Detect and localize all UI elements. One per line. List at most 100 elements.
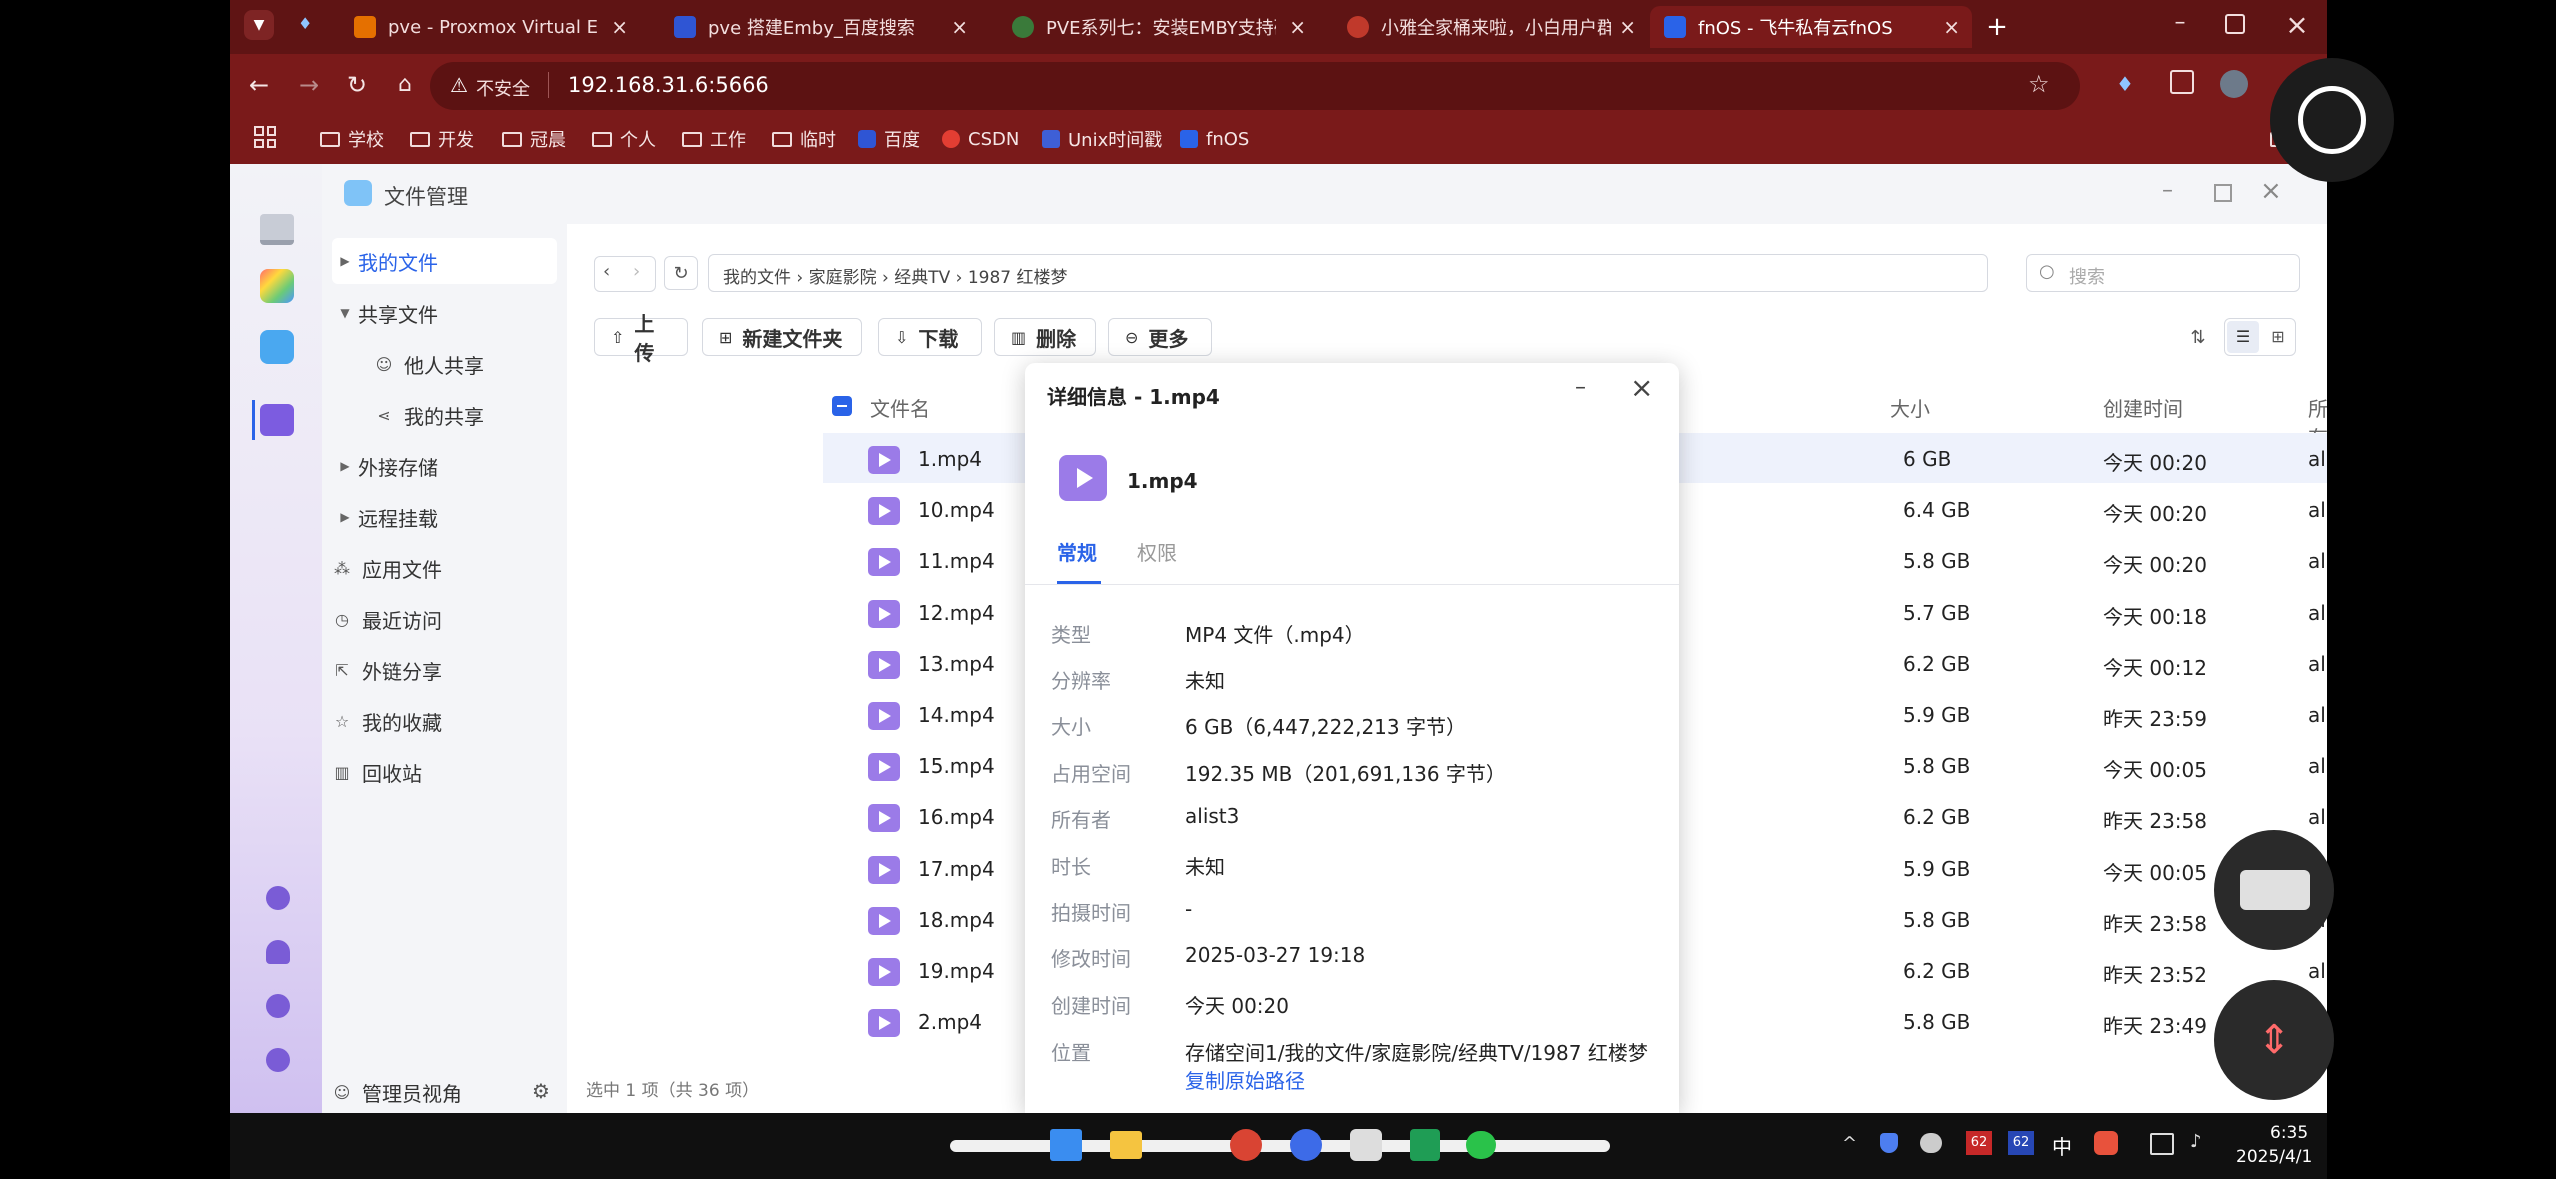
clock-time[interactable]: 6:35 xyxy=(2270,1123,2308,1143)
breadcrumb-item[interactable]: 我的文件 xyxy=(723,268,791,288)
badge-blue[interactable]: 62 xyxy=(2008,1131,2034,1155)
bookmark-star-icon[interactable]: ☆ xyxy=(2028,70,2050,98)
tab-pve-emby[interactable]: PVE系列七：安装EMBY支持硬件转码 × xyxy=(998,6,1318,48)
keyboard-button[interactable] xyxy=(2214,830,2334,950)
sidebar-item-others-shared[interactable]: ☺ 他人共享 xyxy=(332,341,557,387)
puzzle-icon[interactable] xyxy=(2170,70,2194,94)
download-button[interactable]: ⇩ 下载 xyxy=(878,318,982,356)
sidebar-item-external-storage[interactable]: ▶ 外接存储 xyxy=(332,443,557,489)
address-bar[interactable]: ⚠ 不安全 192.168.31.6:5666 ☆ xyxy=(430,62,2080,110)
breadcrumb-item[interactable]: 家庭影院 xyxy=(809,268,877,288)
grid-view-icon[interactable]: ⊞ xyxy=(2263,321,2293,353)
tab-fnos[interactable]: fnOS - 飞牛私有云fnOS × xyxy=(1650,6,1972,48)
new-tab-button[interactable]: + xyxy=(1980,10,2014,44)
file-name[interactable]: 16.mp4 xyxy=(918,805,995,829)
sidebar-item-my-shared[interactable]: ⋖ 我的共享 xyxy=(332,392,557,438)
list-view-icon[interactable]: ☰ xyxy=(2227,321,2259,353)
home-button[interactable]: ⌂ xyxy=(390,70,420,100)
tab-proxmox[interactable]: pve - Proxmox Virtual Environment × xyxy=(340,6,640,48)
bookmark-baidu[interactable]: 百度 xyxy=(858,124,920,154)
user-icon[interactable] xyxy=(266,994,290,1018)
file-name[interactable]: 11.mp4 xyxy=(918,549,995,573)
tab-baidu[interactable]: pve 搭建Emby_百度搜索 × xyxy=(660,6,980,48)
clock-date[interactable]: 2025/4/1 xyxy=(2236,1147,2312,1167)
windows-start-icon[interactable] xyxy=(1050,1129,1082,1161)
bell-icon[interactable] xyxy=(266,940,290,964)
volume-icon[interactable]: ♪ xyxy=(2190,1131,2202,1152)
sync-icon[interactable] xyxy=(266,886,290,910)
sidebar-item-recycle-bin[interactable]: ▥ 回收站 xyxy=(332,749,557,795)
ime-indicator[interactable]: 中 xyxy=(2052,1131,2072,1160)
sidebar-item-recent[interactable]: ◷ 最近访问 xyxy=(332,596,557,642)
column-created[interactable]: 创建时间 xyxy=(2103,393,2183,422)
vpn-icon[interactable] xyxy=(1880,1133,1898,1153)
url-text[interactable]: 192.168.31.6:5666 xyxy=(568,73,769,97)
bookmark-fnos[interactable]: fnOS xyxy=(1180,124,1249,154)
badge-red[interactable]: 62 xyxy=(1966,1131,1992,1155)
network-icon[interactable] xyxy=(2150,1133,2174,1155)
screen-record-button[interactable] xyxy=(2270,58,2394,182)
security-label[interactable]: 不安全 xyxy=(476,75,530,101)
app-minimize-button[interactable]: – xyxy=(2162,178,2173,203)
reload-button[interactable]: ↻ xyxy=(342,70,372,100)
breadcrumb-item[interactable]: 经典TV xyxy=(894,268,950,288)
warning-icon[interactable]: ⚠ xyxy=(450,73,468,97)
copy-path-link[interactable]: 复制原始路径 xyxy=(1185,1065,1305,1094)
settings-icon[interactable] xyxy=(266,1048,290,1072)
file-name[interactable]: 13.mp4 xyxy=(918,652,995,676)
tab-list-button[interactable]: ▼ xyxy=(244,10,274,40)
bookmark-folder[interactable]: 临时 xyxy=(772,124,836,154)
extension-icon[interactable]: ♦ xyxy=(2116,72,2134,96)
select-all-checkbox[interactable] xyxy=(832,396,852,416)
extension-icon[interactable]: ♦ xyxy=(298,14,318,34)
restore-button[interactable] xyxy=(2225,14,2245,34)
sidebar-item-shared-files[interactable]: ▼ 共享文件 xyxy=(332,290,557,336)
file-name[interactable]: 18.mp4 xyxy=(918,908,995,932)
admin-view-toggle[interactable]: ☺ 管理员视角 xyxy=(332,1069,557,1113)
file-name[interactable]: 10.mp4 xyxy=(918,498,995,522)
bookmark-folder[interactable]: 学校 xyxy=(320,124,384,154)
app-tray-icon[interactable] xyxy=(2094,1131,2118,1155)
column-size[interactable]: 大小 xyxy=(1890,393,1930,422)
more-button[interactable]: ⊖ 更多 xyxy=(1108,318,1212,356)
file-name[interactable]: 15.mp4 xyxy=(918,754,995,778)
bookmark-folder[interactable]: 冠晨 xyxy=(502,124,566,154)
chrome-icon[interactable] xyxy=(1230,1129,1262,1161)
tab-xiaoya[interactable]: 小雅全家桶来啦，小白用户群晖 × xyxy=(1333,6,1648,48)
expand-button[interactable]: ⇕ xyxy=(2214,980,2334,1100)
sidebar-item-app-files[interactable]: ⁂ 应用文件 xyxy=(332,545,557,591)
forward-button[interactable]: → xyxy=(294,70,324,100)
bookmark-folder[interactable]: 开发 xyxy=(410,124,474,154)
close-icon[interactable]: × xyxy=(1619,15,1636,39)
close-icon[interactable]: × xyxy=(951,15,968,39)
gear-icon[interactable]: ⚙ xyxy=(532,1079,550,1103)
apps-grid-icon[interactable] xyxy=(254,126,276,148)
bookmark-folder[interactable]: 工作 xyxy=(682,124,746,154)
refresh-icon[interactable]: ↻ xyxy=(664,256,698,290)
sidebar-item-favorites[interactable]: ☆ 我的收藏 xyxy=(332,698,557,744)
minimize-button[interactable]: – xyxy=(2165,10,2195,40)
profile-avatar[interactable] xyxy=(2220,70,2248,98)
app-icon[interactable] xyxy=(1350,1129,1382,1161)
upload-button[interactable]: ⇧ 上传 xyxy=(594,312,688,365)
dialog-close-button[interactable]: × xyxy=(1630,371,1653,404)
search-input[interactable]: ○ 搜索 xyxy=(2026,254,2300,292)
tab-general[interactable]: 常规 xyxy=(1057,537,1097,566)
new-folder-button[interactable]: ⊞ 新建文件夹 xyxy=(702,318,862,356)
dialog-minimize-button[interactable]: – xyxy=(1575,375,1586,400)
back-button[interactable]: ← xyxy=(244,70,274,100)
close-window-button[interactable]: × xyxy=(2282,8,2312,41)
column-name[interactable]: 文件名 xyxy=(870,393,930,422)
forward-icon[interactable]: › xyxy=(633,261,640,282)
wechat-icon[interactable] xyxy=(1466,1131,1496,1159)
bookmark-csdn[interactable]: CSDN xyxy=(942,124,1019,154)
file-name[interactable]: 19.mp4 xyxy=(918,959,995,983)
sidebar-item-my-files[interactable]: ▶ 我的文件 xyxy=(332,238,557,284)
explorer-icon[interactable] xyxy=(1110,1131,1142,1159)
file-name[interactable]: 2.mp4 xyxy=(918,1010,982,1034)
sidebar-item-external-links[interactable]: ⇱ 外链分享 xyxy=(332,647,557,693)
close-icon[interactable]: × xyxy=(1289,15,1306,39)
sidebar-item-remote-mount[interactable]: ▶ 远程挂载 xyxy=(332,494,557,540)
file-name[interactable]: 17.mp4 xyxy=(918,857,995,881)
sheets-icon[interactable] xyxy=(1410,1129,1440,1161)
